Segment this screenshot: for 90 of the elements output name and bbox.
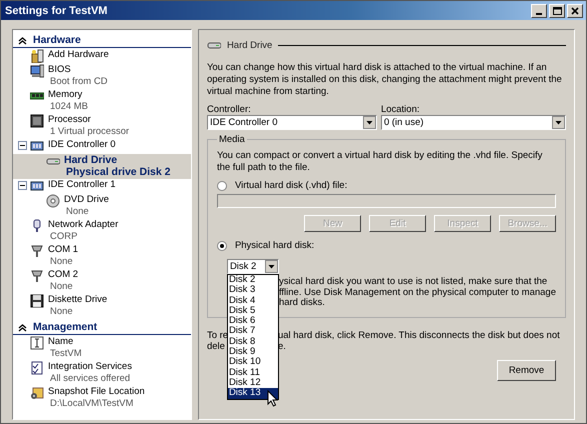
item-label: Add Hardware	[48, 49, 109, 61]
item-label: Snapshot File Location	[48, 386, 145, 398]
text-cursor-icon	[30, 336, 44, 350]
dropdown-option[interactable]: Disk 10	[228, 357, 278, 368]
connector-icon	[30, 269, 44, 283]
item-detail: 1 Virtual processor	[49, 126, 130, 138]
dropdown-option[interactable]: Disk 7	[228, 326, 278, 337]
dropdown[interactable]: 0 (in use)	[380, 115, 566, 130]
field-label: Controller:	[206, 104, 251, 115]
item-detail: Boot from CD	[49, 76, 108, 88]
section-header[interactable]: Management	[33, 321, 98, 333]
item-detail: 1024 MB	[49, 101, 88, 113]
section-heading: Hard Drive	[226, 40, 272, 50]
sidebar-item[interactable]: Hard Drive Physical drive Disk 2	[13, 154, 191, 179]
sidebar-item[interactable]: Processor 1 Virtual processor	[13, 114, 191, 139]
dropdown-option[interactable]: Disk 4	[228, 296, 278, 306]
sidebar-item[interactable]: Memory 1024 MB	[13, 89, 191, 114]
note-text: ysical hard disk you want to use is not listed, make sure that the	[278, 277, 548, 288]
group-title: Media	[216, 134, 247, 145]
close-icon	[569, 4, 581, 16]
checklist-icon	[30, 361, 44, 375]
dropdown-option[interactable]: Disk 8	[228, 336, 278, 348]
field-label: Location:	[380, 104, 420, 115]
sidebar-item[interactable]: Network Adapter CORP	[13, 219, 191, 244]
sidebar-item[interactable]: IDE Controller 0	[13, 139, 191, 154]
item-label: Memory	[48, 89, 82, 101]
item-detail: None	[49, 281, 73, 293]
connector-icon	[30, 244, 44, 258]
dropdown-option[interactable]: Disk 2	[228, 275, 278, 286]
sidebar-item[interactable]: Snapshot File Location D:\LocalVM\TestVM	[13, 386, 191, 411]
item-detail: TestVM	[49, 348, 82, 360]
item-detail: All services offered	[49, 373, 130, 385]
item-detail: D:\LocalVM\TestVM	[49, 398, 134, 410]
note-text: hard disks.	[278, 298, 325, 308]
item-label: DVD Drive	[64, 194, 109, 206]
description-text: You can change how this virtual hard disk is attached to the virtual machine. If an operating system is installed on this disk, changing the attachment might prevent the virtual machine from starting.	[206, 62, 563, 98]
box-icon	[30, 49, 44, 63]
dropdown-option[interactable]: Disk 11	[228, 368, 278, 378]
dropdown-option[interactable]: Disk 5	[228, 306, 278, 316]
item-label: Diskette Drive	[48, 294, 108, 306]
item-label: IDE Controller 1	[48, 179, 116, 191]
item-label: Name	[48, 336, 74, 348]
note-text: dele	[206, 340, 225, 352]
note-text: ffline. Use Disk Management on the physical computer to manage	[278, 288, 556, 298]
controller-icon	[30, 139, 44, 153]
item-detail: CORP	[49, 231, 78, 243]
section-header[interactable]: Hardware	[33, 34, 81, 46]
dropdown-option[interactable]: Disk 3	[228, 285, 278, 296]
sidebar-item[interactable]: Diskette Drive None	[13, 294, 191, 319]
controller-icon	[30, 179, 44, 193]
item-label: BIOS	[48, 64, 71, 76]
item-label: COM 1	[48, 244, 78, 256]
minimize-button[interactable]	[531, 4, 547, 18]
dropdown-option[interactable]: Disk 12	[228, 378, 278, 388]
item-detail: None	[65, 206, 89, 218]
maximize-button[interactable]	[549, 4, 565, 18]
item-label: COM 2	[48, 269, 78, 281]
chip-icon	[30, 114, 44, 128]
sidebar-item[interactable]: IDE Controller 1	[13, 179, 191, 194]
window-title: Settings for TestVM	[5, 4, 108, 16]
item-detail: None	[49, 256, 73, 268]
item-label: Hard Drive	[64, 154, 118, 166]
sidebar-item[interactable]: DVD Drive None	[13, 194, 191, 219]
close-button[interactable]	[567, 4, 583, 18]
description-text: You can compact or convert a virtual hard disk by editing the .vhd file. Specify the full path to the file.	[216, 150, 544, 174]
radio-button[interactable]: Virtual hard disk (.vhd) file:	[216, 180, 348, 191]
maximize-icon	[551, 4, 563, 16]
item-label: IDE Controller 0	[48, 139, 116, 151]
floppy-icon	[30, 294, 44, 308]
radio-button[interactable]: Physical hard disk:	[216, 240, 314, 251]
sidebar-item[interactable]: Integration Services All services offered	[13, 361, 191, 386]
sidebar-item[interactable]: Name TestVM	[13, 336, 191, 361]
dropdown[interactable]: IDE Controller 0	[206, 115, 377, 130]
sidebar-item[interactable]: COM 1 None	[13, 244, 191, 269]
dropdown-option[interactable]: Disk 6	[228, 316, 278, 326]
sidebar-item[interactable]: COM 2 None	[13, 269, 191, 294]
sidebar-item[interactable]: BIOS Boot from CD	[13, 64, 191, 89]
item-label: Processor	[48, 114, 91, 126]
disc-icon	[46, 194, 60, 208]
remove-button[interactable]: Remove	[497, 360, 556, 380]
item-detail: None	[49, 306, 73, 318]
folder-camera-icon	[30, 386, 44, 400]
minimize-icon	[536, 12, 542, 14]
dropdown[interactable]: Disk 2	[226, 259, 279, 274]
computer-icon	[30, 64, 44, 78]
item-label: Network Adapter	[48, 219, 118, 231]
item-detail: Physical drive Disk 2	[65, 166, 170, 178]
item-label: Integration Services	[48, 361, 132, 373]
sidebar-item[interactable]: Add Hardware	[13, 49, 191, 64]
dropdown-option[interactable]: Disk 9	[228, 347, 278, 358]
